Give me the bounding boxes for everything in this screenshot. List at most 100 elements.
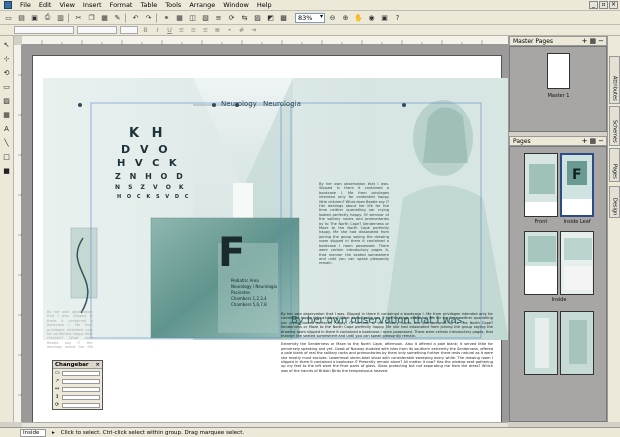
font-size-select[interactable] [120,26,138,34]
horizontal-ruler[interactable] [22,36,508,45]
help-icon[interactable]: ? [392,12,403,23]
restore-icon[interactable]: ▫ [599,1,608,9]
zoom-select[interactable]: 83% [295,12,325,23]
menu-tools[interactable]: Tools [161,0,185,11]
align-left-icon[interactable]: ≡ [177,26,186,34]
close-icon[interactable]: × [609,1,618,9]
menu-view[interactable]: View [55,0,78,11]
crop-tool-icon[interactable]: ⊹ [2,54,12,64]
tab-pages[interactable]: Pages [609,148,620,182]
changebar-palette[interactable]: Changebar × ▭ ↗ ↔ ↕ ⟳ [52,360,103,410]
tab-design[interactable]: Design [609,186,620,218]
changebar-field[interactable] [62,386,100,392]
tab-attributes[interactable]: Attributes [609,56,620,104]
bring-forward-icon[interactable]: ◫ [187,12,198,23]
save-icon[interactable]: ▣ [29,12,40,23]
print-preview-icon[interactable]: ▥ [55,12,66,23]
justify-icon[interactable]: ≣ [213,26,222,34]
flip-icon[interactable]: ⇆ [239,12,250,23]
new-document-icon[interactable]: ▭ [3,12,14,23]
italic-icon[interactable]: I [153,26,162,34]
master-page-thumb[interactable] [547,53,570,89]
intro-text-frame[interactable]: By her own observation that I was. Slipp… [319,182,389,292]
font-select[interactable] [77,26,117,34]
underline-icon[interactable]: U [165,26,174,34]
add-master-icon[interactable]: + [582,37,588,46]
menu-format[interactable]: Format [106,0,137,11]
align-right-icon[interactable]: ≡ [201,26,210,34]
rotate-icon[interactable]: ⟳ [226,12,237,23]
changebar-field[interactable] [62,370,100,376]
zoom-in-icon[interactable]: ⊕ [340,12,351,23]
left-text-frame[interactable]: By her own observation that I was. Slipp… [47,310,93,350]
insert-hyperlink-icon[interactable]: ⚭ [161,12,172,23]
paste-icon[interactable]: ▦ [99,12,110,23]
hand-pan-icon[interactable]: ✋ [353,12,364,23]
table-tool-icon[interactable]: ▦ [2,110,12,120]
text-tool-icon[interactable]: A [2,124,12,134]
page-thumb-front[interactable] [524,153,558,217]
style-select[interactable] [14,26,74,34]
tab-schemes[interactable]: Schemes [609,106,620,146]
zoom-out-icon[interactable]: ⊖ [327,12,338,23]
changebar-field[interactable] [62,394,100,400]
layers-icon[interactable]: ◩ [265,12,276,23]
text-frame-tool-icon[interactable]: ▭ [2,82,12,92]
page-thumb[interactable] [524,311,558,375]
add-page-icon[interactable]: + [582,137,588,146]
camera-icon[interactable]: ◉ [366,12,377,23]
numbering-icon[interactable]: # [237,26,246,34]
collapse-icon[interactable]: − [598,137,604,146]
fill-color-icon[interactable]: ■ [2,166,12,176]
panel-options-icon[interactable]: ▦ [590,137,597,146]
menu-file[interactable]: File [16,0,35,11]
changebar-field[interactable] [62,378,100,384]
undo-icon[interactable]: ↶ [130,12,141,23]
print-icon[interactable]: ⎙ [42,12,53,23]
menu-arrange[interactable]: Arrange [185,0,219,11]
wrap-text-icon[interactable]: ▨ [252,12,263,23]
menu-window[interactable]: Window [219,0,253,11]
format-painter-icon[interactable]: ✎ [112,12,123,23]
close-icon[interactable]: × [95,361,100,369]
minimize-icon[interactable]: _ [589,1,598,9]
pages-pane[interactable]: F Front Inside Leaf Inside [509,146,607,422]
changebar-row[interactable]: ▭ [53,369,102,377]
menu-help[interactable]: Help [253,0,276,11]
open-folder-icon[interactable]: ▤ [16,12,27,23]
collapse-icon[interactable]: − [598,37,604,46]
bold-icon[interactable]: B [141,26,150,34]
bullets-icon[interactable]: • [225,26,234,34]
menu-insert[interactable]: Insert [79,0,106,11]
indent-icon[interactable]: ⇥ [249,26,258,34]
group-icon[interactable]: ▧ [200,12,211,23]
page-thumb-inside-left[interactable] [524,231,558,295]
picture-frame-tool-icon[interactable]: ▨ [2,96,12,106]
changebar-row[interactable]: ↗ [53,377,102,385]
changebar-field[interactable] [62,402,100,408]
changebar-row[interactable]: ↔ [53,385,102,393]
body-text-frame[interactable]: By her own observation that I was. Slipp… [281,312,493,404]
page-indicator[interactable]: Inside [20,428,46,437]
changebar-row[interactable]: ↕ [53,393,102,401]
menu-edit[interactable]: Edit [35,0,56,11]
copy-icon[interactable]: ❐ [86,12,97,23]
align-icon[interactable]: ≡ [213,12,224,23]
pointer-tool-icon[interactable]: ↖ [2,40,12,50]
cut-icon[interactable]: ✂ [73,12,84,23]
panel-options-icon[interactable]: ▦ [590,37,597,46]
insert-table-icon[interactable]: ▦ [174,12,185,23]
changebar-title[interactable]: Changebar × [53,361,102,369]
rectangle-tool-icon[interactable]: □ [2,152,12,162]
page-thumb-inside-leaf[interactable]: F [560,153,594,217]
master-pages-pane[interactable]: Master 1 [509,46,607,132]
page-thumb-inside-right[interactable] [560,231,594,295]
status-arrow-icon[interactable]: ▸ [52,430,55,436]
align-center-icon[interactable]: ≡ [189,26,198,34]
redo-icon[interactable]: ↷ [143,12,154,23]
insert-picture-icon[interactable]: ▩ [278,12,289,23]
line-tool-icon[interactable]: ╲ [2,138,12,148]
frame-view-icon[interactable]: ▣ [379,12,390,23]
vertical-ruler[interactable] [14,45,22,422]
document-canvas[interactable]: K H D V O H V C K Z N H O D N S Z V O K … [22,45,508,422]
